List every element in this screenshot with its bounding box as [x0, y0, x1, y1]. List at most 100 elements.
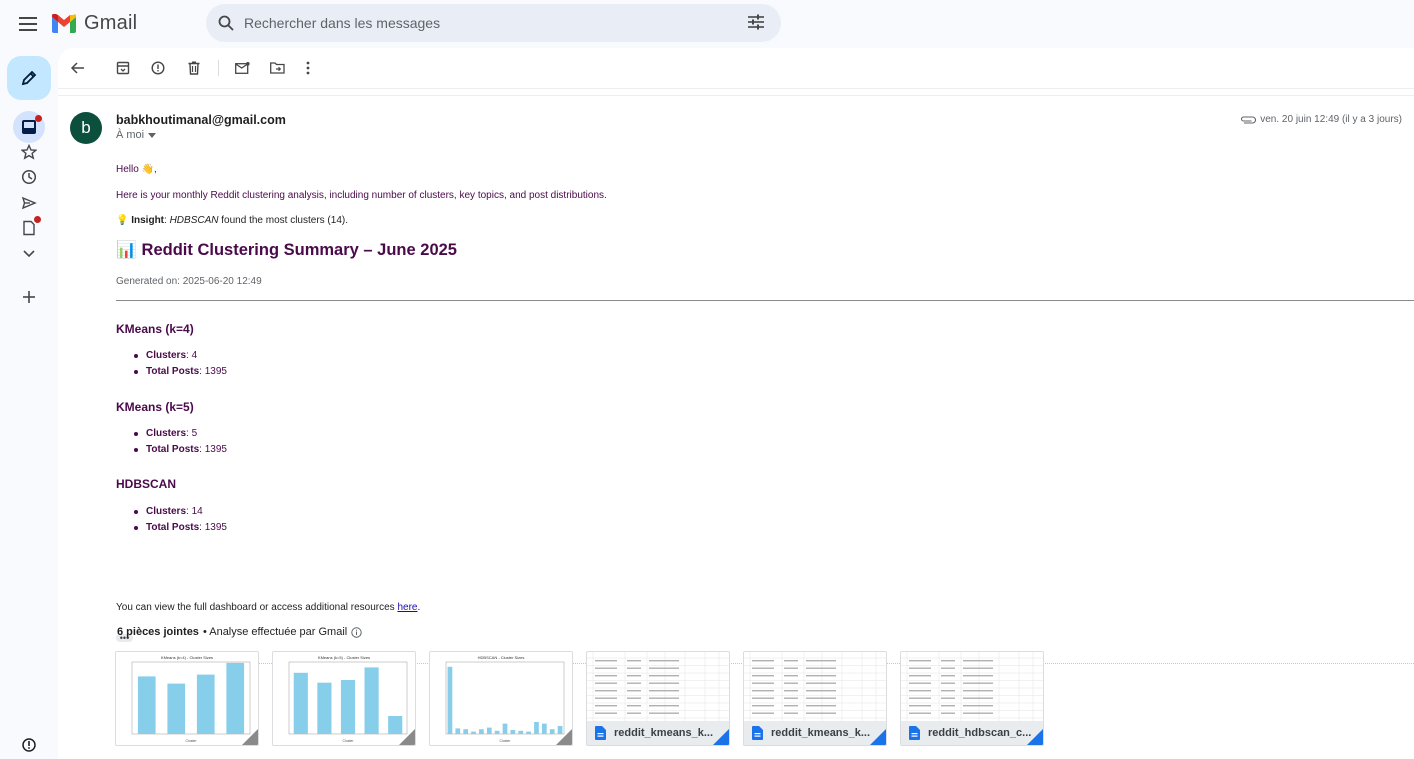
bar [463, 729, 469, 734]
delete-icon[interactable] [184, 58, 204, 78]
bar [455, 728, 461, 734]
move-to-icon[interactable] [267, 58, 287, 78]
greeting: Hello 👋, [116, 164, 157, 175]
back-icon[interactable] [68, 58, 88, 78]
summary-title: 📊 Reddit Clustering Summary – June 2025 [116, 241, 457, 260]
cell-text [784, 667, 798, 669]
gmail-m-icon [52, 14, 76, 33]
section-heading: KMeans (k=5) [116, 400, 194, 414]
bar [137, 676, 156, 734]
dashboard-link[interactable]: here [397, 602, 417, 613]
cell-text [649, 705, 679, 707]
message-meta: ven. 20 juin 12:49 (il y a 3 jours) [1240, 114, 1402, 125]
attachment-corner [242, 729, 258, 745]
attachment-filename: reddit_kmeans_k... [771, 727, 871, 739]
chart-title: HDBSCAN - Cluster Sizes [478, 655, 525, 660]
attachment-filename: reddit_hdbscan_c... [928, 727, 1032, 739]
bar [510, 730, 516, 734]
bar [196, 674, 215, 734]
spreadsheet-preview [901, 652, 1043, 721]
sender-avatar[interactable]: b [70, 112, 102, 144]
main-menu-button[interactable] [14, 10, 42, 38]
info-badge-icon[interactable] [19, 735, 39, 755]
pencil-icon [21, 70, 37, 86]
cell-text [941, 712, 955, 714]
expand-more-icon[interactable] [19, 244, 39, 264]
cell-text [909, 675, 931, 677]
insight-line: 💡 Insight: HDBSCAN found the most cluste… [116, 215, 348, 226]
section-heading: KMeans (k=4) [116, 322, 194, 336]
compose-button[interactable] [7, 56, 51, 100]
cell-text [909, 697, 931, 699]
cell-text [649, 675, 679, 677]
mark-unread-icon[interactable] [232, 58, 252, 78]
spreadsheet-preview [587, 652, 729, 721]
cell-text [649, 690, 679, 692]
bar [340, 680, 356, 734]
message-toolbar [58, 48, 1414, 88]
info-icon[interactable] [351, 626, 362, 638]
recipient-label: À moi [116, 129, 145, 141]
cell-text [627, 667, 641, 669]
bar [167, 683, 186, 734]
add-label-icon[interactable] [19, 287, 39, 307]
attachment-corner [870, 729, 886, 745]
document-icon [752, 726, 763, 740]
cell-text [752, 690, 774, 692]
attachment-sheet[interactable]: reddit_kmeans_k... [743, 651, 887, 746]
bar [526, 731, 531, 734]
cell-text [752, 712, 774, 714]
horizontal-rule [116, 300, 1414, 301]
attachment-chart[interactable]: HDBSCAN - Cluster Sizes Cluster [429, 651, 573, 746]
header-divider-line [58, 95, 1414, 96]
x-axis-label: Cluster [185, 739, 197, 743]
cell-text [963, 682, 993, 684]
cell-text [909, 682, 931, 684]
search-icon[interactable] [216, 13, 236, 33]
cell-text [784, 712, 798, 714]
sent-icon[interactable] [19, 193, 39, 213]
chart-title: KMeans (k=5) - Cluster Sizes [318, 655, 370, 660]
drafts-icon[interactable] [19, 216, 41, 238]
attachment-chart[interactable]: KMeans (k=5) - Cluster Sizes Cluster [272, 651, 416, 746]
archive-icon[interactable] [113, 58, 133, 78]
bar-chart-icon: 📊 [116, 241, 137, 259]
bar [226, 662, 245, 734]
toolbar-divider [218, 60, 219, 76]
sender-email[interactable]: babkhoutimanal@gmail.com [116, 113, 286, 127]
section-list: Clusters: 14 Total Posts: 1395 [134, 504, 227, 536]
gmail-logo[interactable]: Gmail [52, 12, 137, 35]
message-date: ven. 20 juin 12:49 (il y a 3 jours) [1260, 114, 1402, 125]
attachment-chart[interactable]: KMeans (k=4) - Cluster Sizes Cluster [115, 651, 259, 746]
bar [293, 672, 308, 734]
search-input[interactable] [242, 14, 722, 32]
cell-text [752, 705, 774, 707]
attachment-sheet[interactable]: reddit_hdbscan_c... [900, 651, 1044, 746]
cell-text [595, 705, 617, 707]
recipient-details[interactable]: À moi [116, 129, 157, 141]
cell-text [595, 697, 617, 699]
more-options-icon[interactable] [298, 58, 318, 78]
starred-icon[interactable] [19, 142, 39, 162]
footer-text: You can view the full dashboard or acces… [116, 602, 421, 613]
cell-text [784, 675, 798, 677]
intro-text: Here is your monthly Reddit clustering a… [116, 190, 607, 201]
list-item: Total Posts: 1395 [134, 520, 227, 536]
search-filters-icon[interactable] [747, 13, 767, 33]
cell-text [909, 660, 931, 662]
cluster-size-chart: HDBSCAN - Cluster Sizes Cluster [430, 652, 572, 745]
cluster-size-chart: KMeans (k=5) - Cluster Sizes Cluster [273, 652, 415, 745]
inbox-icon[interactable] [13, 111, 45, 143]
snoozed-icon[interactable] [19, 167, 39, 187]
report-spam-icon[interactable] [148, 58, 168, 78]
message-panel: b babkhoutimanal@gmail.com À moi ven. 20… [58, 48, 1414, 759]
cell-text [963, 712, 993, 714]
toolbar-divider-line [58, 88, 1414, 89]
cell-text [963, 675, 993, 677]
cell-text [595, 682, 617, 684]
bar [518, 730, 524, 734]
cell-text [627, 705, 641, 707]
attachment-corner [556, 729, 572, 745]
attachment-sheet[interactable]: reddit_kmeans_k... [586, 651, 730, 746]
cell-text [649, 660, 679, 662]
